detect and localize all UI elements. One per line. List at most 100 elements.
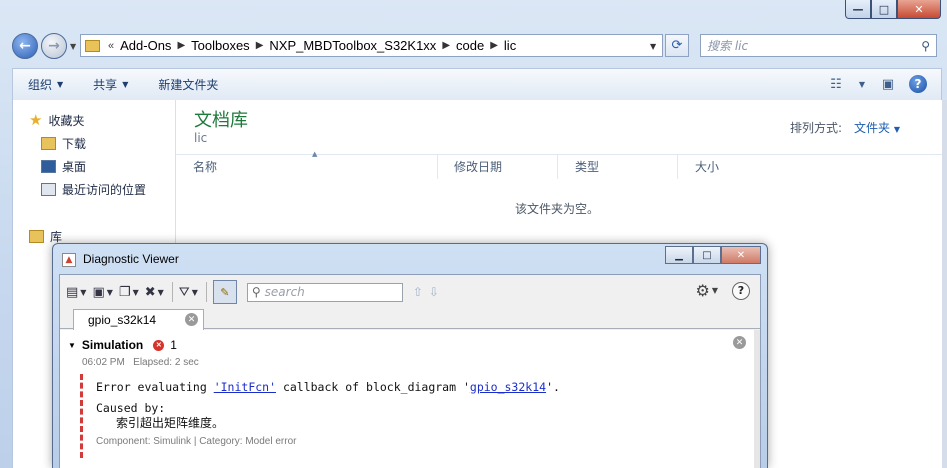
view-options-icon[interactable]: ☷ <box>825 73 847 95</box>
nav-downloads[interactable]: 下载 <box>41 135 86 152</box>
collapse-triangle-icon[interactable]: ▼ <box>68 341 76 350</box>
address-bar[interactable]: « Add-Ons ▶ Toolboxes ▶ NXP_MBDToolbox_S… <box>80 34 663 57</box>
column-type[interactable]: 类型 <box>557 155 677 179</box>
maximize-button[interactable]: □ <box>871 0 897 19</box>
clear-x-icon: ✖ <box>144 284 156 300</box>
new-folder-button[interactable]: 新建文件夹 <box>158 76 218 93</box>
search-input[interactable]: 搜索 lic ⚲ <box>700 34 937 57</box>
library-title: 文档库 <box>194 110 248 131</box>
error-icon: ✕ <box>153 339 165 351</box>
error-message-block: Error evaluating 'InitFcn' callback of b… <box>80 374 740 458</box>
sort-ascending-icon: ▲ <box>312 150 318 158</box>
simulink-app-icon: ▲ <box>62 253 76 267</box>
chevron-down-icon: ▼ <box>57 80 64 89</box>
caused-by-label: Caused by: <box>96 401 166 415</box>
breadcrumb-separator-icon[interactable]: ▶ <box>490 40 498 51</box>
maximize-button[interactable]: □ <box>693 246 721 264</box>
breadcrumb-item[interactable]: code <box>456 38 484 53</box>
diagnostic-toolbar: ▤ ▼ ▣ ▼ ❐ ▼ ✖ ▼ ⛛ ▼ ✎ ⚲ search ⇧ ⇩ ⚙ ▼ ? <box>60 275 760 309</box>
search-icon: ⚲ <box>251 285 261 299</box>
filter-button[interactable]: ⛛ ▼ <box>179 285 198 300</box>
error-text: Error evaluating <box>96 380 214 394</box>
desktop-icon <box>41 160 56 173</box>
diagnostic-viewer-window: ▲ Diagnostic Viewer ▁ □ ✕ ▤ ▼ ▣ ▼ ❐ ▼ ✖ ▼ ⛛ ▼… <box>52 243 768 468</box>
breadcrumb-item[interactable]: Toolboxes <box>191 38 250 53</box>
forward-arrow-icon: → <box>48 38 60 54</box>
new-folder-label: 新建文件夹 <box>158 78 219 92</box>
breadcrumb-item[interactable]: Add-Ons <box>120 38 171 53</box>
diag-search-input[interactable]: ⚲ search <box>246 282 403 302</box>
breadcrumb-item[interactable]: lic <box>504 38 516 53</box>
copy-button[interactable]: ❐ ▼ <box>119 285 139 300</box>
organize-menu[interactable]: 组织 ▼ <box>28 76 63 93</box>
breadcrumb-item[interactable]: NXP_MBDToolbox_S32K1xx <box>269 38 436 53</box>
diagnostic-viewer-titlebar[interactable]: ▲ Diagnostic Viewer ▁ □ ✕ <box>53 244 767 271</box>
share-menu[interactable]: 共享 ▼ <box>93 76 128 93</box>
chevron-down-icon: ▼ <box>122 80 129 89</box>
view-dropdown-icon[interactable]: ▼ <box>857 73 867 95</box>
diagnostic-viewer-body: ▤ ▼ ▣ ▼ ❐ ▼ ✖ ▼ ⛛ ▼ ✎ ⚲ search ⇧ ⇩ ⚙ ▼ ? gpio_ <box>59 274 761 468</box>
model-link[interactable]: gpio_s32k14 <box>470 380 546 394</box>
minimize-button[interactable]: — <box>845 0 871 19</box>
clear-button[interactable]: ✖ ▼ <box>145 285 164 300</box>
nav-recent[interactable]: 最近访问的位置 <box>41 181 146 198</box>
content-scrollbar[interactable] <box>754 330 760 468</box>
section-title: Simulation <box>81 338 144 352</box>
nav-label: 最近访问的位置 <box>62 183 147 197</box>
save-button[interactable]: ▣ ▼ <box>92 285 112 300</box>
nav-desktop[interactable]: 桌面 <box>41 158 86 175</box>
settings-button[interactable]: ⚙ ▼ <box>696 281 719 300</box>
model-tab-strip: gpio_s32k14 ✕ <box>60 309 760 330</box>
search-placeholder: search <box>264 285 305 299</box>
dismiss-message-icon[interactable]: ✕ <box>733 336 746 349</box>
arrange-dropdown[interactable]: 文件夹 ▼ <box>854 119 900 136</box>
error-count: 1 <box>170 338 177 352</box>
help-icon[interactable]: ? <box>909 75 927 93</box>
initfcn-link[interactable]: 'InitFcn' <box>214 380 276 394</box>
libraries-icon <box>29 230 44 243</box>
column-size[interactable]: 大小 <box>677 155 767 179</box>
refresh-button[interactable]: ⟳ <box>665 34 689 57</box>
share-label: 共享 <box>93 78 118 92</box>
elapsed-value: Elapsed: 2 sec <box>133 357 199 368</box>
toolbar-divider <box>205 282 207 302</box>
time-value: 06:02 PM <box>82 357 125 368</box>
downloads-folder-icon <box>41 137 56 150</box>
error-message-line: Error evaluating 'InitFcn' callback of b… <box>96 380 560 394</box>
help-icon[interactable]: ? <box>732 281 750 300</box>
breadcrumb-separator-icon[interactable]: ▶ <box>256 40 264 51</box>
chevron-down-icon: ▼ <box>157 287 164 297</box>
minimize-button[interactable]: ▁ <box>665 246 693 264</box>
column-modified[interactable]: 修改日期 <box>437 155 557 179</box>
back-button[interactable]: ← <box>12 33 38 59</box>
nav-label: 收藏夹 <box>48 113 85 128</box>
simulation-section-header[interactable]: ▼ Simulation ✕ 1 <box>68 338 177 352</box>
breadcrumb-separator-icon[interactable]: ▶ <box>177 40 185 51</box>
expand-collapse-button[interactable]: ▤ ▼ <box>66 285 86 300</box>
next-arrow-icon[interactable]: ⇩ <box>429 285 439 299</box>
close-button[interactable]: ✕ <box>721 246 761 264</box>
highlight-toggle-button[interactable]: ✎ <box>212 280 237 304</box>
column-name[interactable]: 名称 <box>176 155 437 179</box>
recent-pages-dropdown[interactable]: ▼ <box>70 42 76 51</box>
preview-pane-icon[interactable]: ▣ <box>877 73 899 95</box>
filter-icon: ⛛ <box>178 284 190 300</box>
save-icon: ▣ <box>92 284 105 300</box>
chevron-down-icon: ▼ <box>893 125 900 134</box>
search-icon[interactable]: ⚲ <box>921 39 930 53</box>
address-dropdown-icon[interactable]: ▼ <box>650 42 656 51</box>
breadcrumb-overflow[interactable]: « <box>108 40 114 52</box>
arrange-label: 排列方式: <box>790 121 843 135</box>
forward-button[interactable]: → <box>41 33 67 59</box>
back-arrow-icon: ← <box>19 38 31 54</box>
nav-label: 下载 <box>62 137 87 151</box>
tab-gpio-s32k14[interactable]: gpio_s32k14 ✕ <box>73 309 204 330</box>
breadcrumb-separator-icon[interactable]: ▶ <box>442 40 450 51</box>
close-tab-icon[interactable]: ✕ <box>185 313 198 326</box>
chevron-down-icon: ▼ <box>711 286 718 295</box>
close-button[interactable]: ✕ <box>897 0 941 19</box>
chevron-down-icon: ▼ <box>132 287 139 297</box>
nav-favorites[interactable]: ★ 收藏夹 <box>29 111 84 129</box>
previous-arrow-icon[interactable]: ⇧ <box>413 285 423 299</box>
star-icon: ★ <box>29 111 43 129</box>
